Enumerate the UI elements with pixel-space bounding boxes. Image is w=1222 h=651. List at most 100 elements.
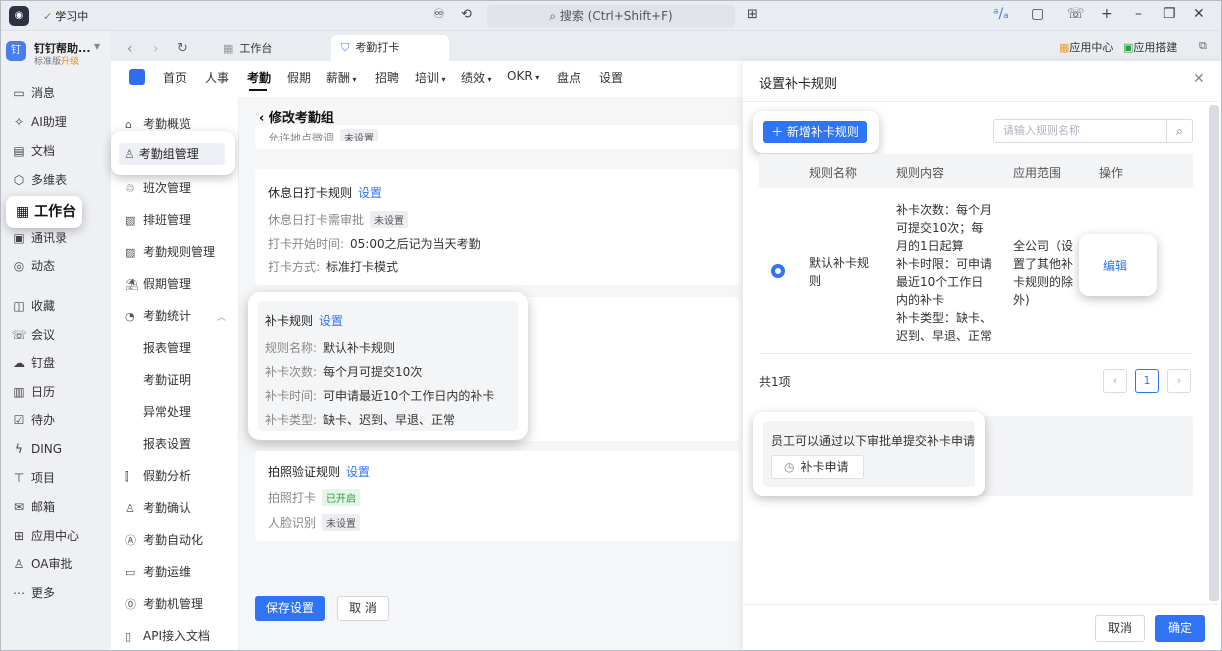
back-arrow-icon: ‹ (259, 111, 269, 126)
minimize-icon[interactable]: – (1135, 6, 1142, 22)
next-page-icon[interactable]: › (1167, 369, 1191, 393)
nav-item-messages[interactable]: ▭ 消息 (11, 81, 103, 105)
makeup-request-button[interactable]: ◷ 补卡申请 (771, 455, 864, 479)
row-divider (759, 353, 1193, 354)
side-item-shifts[interactable]: ♲ 班次管理 (125, 179, 191, 196)
side-item-stats[interactable]: ◔ 考勤统计 ︿ (125, 307, 226, 324)
side-label: 考勤确认 (143, 501, 192, 515)
topnav-settings[interactable]: 设置 (599, 69, 623, 86)
home-icon: ⌂ (125, 118, 132, 131)
side-item-overview[interactable]: ⌂ 考勤概览 (125, 115, 191, 132)
nav-item-contacts[interactable]: ▣ 通讯录 (11, 226, 103, 250)
nav-item-mail[interactable]: ✉ 邮箱 (11, 495, 103, 519)
app-center-link[interactable]: ▦应用中心 (1059, 39, 1113, 55)
topnav-inventory[interactable]: 盘点 (557, 69, 581, 86)
close-icon[interactable]: ✕ (1193, 71, 1205, 87)
nav-label: 钉盘 (31, 356, 56, 370)
save-button[interactable]: 保存设置 (255, 596, 325, 621)
nav-item-app-center[interactable]: ⊞ 应用中心 (11, 524, 103, 548)
phone-icon[interactable]: ☏ (1067, 6, 1085, 22)
side-label: 考勤组管理 (138, 147, 199, 161)
side-label: 排班管理 (143, 213, 192, 227)
page-number[interactable]: 1 (1135, 369, 1159, 393)
topnav-training[interactable]: 培训 ▾ (415, 69, 446, 86)
translate-icon[interactable]: ᵃ/ₐ (993, 6, 1009, 22)
add-icon[interactable]: + (1101, 6, 1113, 22)
side-item-analysis[interactable]: ⫿ 假勤分析 (125, 467, 191, 484)
chat-icon[interactable]: ▢ (1031, 6, 1044, 22)
maximize-icon[interactable]: ❐ (1163, 6, 1176, 22)
rule-radio[interactable] (771, 264, 785, 278)
side-item-confirm[interactable]: ♙ 考勤确认 (125, 499, 191, 516)
search-icon[interactable]: ⌕ (1166, 119, 1193, 143)
back-icon[interactable]: ‹ (127, 37, 133, 61)
nav-item-projects[interactable]: ⊤ 项目 (11, 466, 103, 490)
side-sub-report-management[interactable]: 报表管理 (143, 339, 191, 356)
nav-item-meetings[interactable]: ☏ 会议 (11, 323, 103, 347)
edit-link[interactable]: 编辑 (1103, 257, 1127, 274)
side-sub-certificate[interactable]: 考勤证明 (143, 371, 191, 388)
side-item-ops[interactable]: ▭ 考勤运维 (125, 563, 191, 580)
nav-item-favorites[interactable]: ◫ 收藏 (11, 294, 103, 318)
nav-label: 会议 (31, 328, 56, 342)
calendar-icon: ▥ (13, 385, 25, 399)
rule-search-input[interactable]: 请输入规则名称 (993, 119, 1167, 143)
nav-item-feed[interactable]: ◎ 动态 (11, 254, 103, 278)
topnav-recruit[interactable]: 招聘 (375, 69, 399, 86)
global-search[interactable]: ⌕ 搜索 (Ctrl+Shift+F) (487, 5, 735, 27)
app-logo-icon[interactable]: ◉ (9, 6, 29, 26)
side-item-group-management[interactable]: ♙ 考勤组管理 (119, 143, 225, 165)
nav-item-calendar[interactable]: ▥ 日历 (11, 380, 103, 404)
topnav-performance[interactable]: 绩效 ▾ (461, 69, 492, 86)
ai-icon[interactable]: ♾ (433, 7, 445, 22)
prev-page-icon[interactable]: ‹ (1103, 369, 1127, 393)
history-icon[interactable]: ⟲ (461, 7, 472, 22)
side-item-automation[interactable]: Ⓐ 考勤自动化 (125, 531, 203, 548)
drawer-ok-button[interactable]: 确定 (1155, 615, 1205, 642)
side-item-leave[interactable]: ⛱ 假期管理 (125, 275, 191, 292)
side-item-devices[interactable]: ⓪ 考勤机管理 (125, 595, 203, 612)
side-sub-report-settings[interactable]: 报表设置 (143, 435, 191, 452)
makeup-row-count: 补卡次数: 每个月可提交10次 (265, 365, 423, 379)
apps-grid-icon[interactable]: ⊞ (747, 7, 758, 22)
nav-item-drive[interactable]: ☁ 钉盘 (11, 351, 103, 375)
nav-label: 文档 (31, 144, 56, 158)
nav-item-more[interactable]: ⋯ 更多 (11, 581, 103, 605)
topnav-home[interactable]: 首页 (163, 69, 187, 86)
share-icon[interactable]: ⧉ (1199, 39, 1207, 53)
cancel-button[interactable]: 取 消 (337, 596, 389, 621)
app-build-link[interactable]: ▣应用搭建 (1123, 39, 1177, 55)
study-status[interactable]: ✓ 学习中 (43, 8, 88, 24)
new-rule-button[interactable]: ＋ 新增补卡规则 (763, 121, 867, 143)
nav-item-workbench[interactable]: ▦ 工作台 (6, 196, 82, 228)
page-header[interactable]: ‹ 修改考勤组 (259, 107, 334, 126)
nav-item-ai[interactable]: ✧ AI助理 (11, 110, 103, 134)
forward-icon[interactable]: › (153, 37, 159, 61)
makeup-set-link[interactable]: 设置 (319, 314, 343, 328)
drawer-scrollbar[interactable] (1209, 105, 1219, 601)
side-item-api[interactable]: ▯ API接入文档 (125, 627, 210, 644)
nav-item-oa[interactable]: ♙ OA审批 (11, 552, 103, 576)
side-sub-exceptions[interactable]: 异常处理 (143, 403, 191, 420)
topnav-hr[interactable]: 人事 (205, 69, 229, 86)
tab-workbench[interactable]: ▦ 工作台 (223, 37, 272, 61)
drawer-cancel-button[interactable]: 取消 (1095, 615, 1145, 642)
tab-attendance[interactable]: ⛉ 考勤打卡 (331, 35, 449, 61)
topnav-leave[interactable]: 假期 (287, 69, 311, 86)
nav-item-tables[interactable]: ⬡ 多维表 (11, 168, 103, 192)
refresh-icon[interactable]: ↻ (177, 37, 188, 61)
topnav-okr[interactable]: OKR ▾ (507, 69, 539, 83)
topnav-salary[interactable]: 薪酬 ▾ (326, 69, 357, 86)
close-window-icon[interactable]: ✕ (1193, 6, 1205, 22)
rest-day-set-link[interactable]: 设置 (358, 186, 382, 200)
nav-item-todo[interactable]: ☑ 待办 (11, 408, 103, 432)
topnav-attendance[interactable]: 考勤 (247, 69, 271, 86)
nav-item-ding[interactable]: ϟ DING (11, 437, 103, 461)
nav-item-docs[interactable]: ▤ 文档 (11, 139, 103, 163)
side-item-rules[interactable]: ▨ 考勤规则管理 (125, 243, 215, 260)
org-switcher[interactable]: 钉 钉钉帮助... 标准版升级 ▼ (6, 37, 106, 67)
side-item-scheduling[interactable]: ▧ 排班管理 (125, 211, 191, 228)
nav-label: 项目 (31, 471, 56, 485)
photo-set-link[interactable]: 设置 (346, 465, 370, 479)
status-badge: 已开启 (322, 489, 361, 506)
